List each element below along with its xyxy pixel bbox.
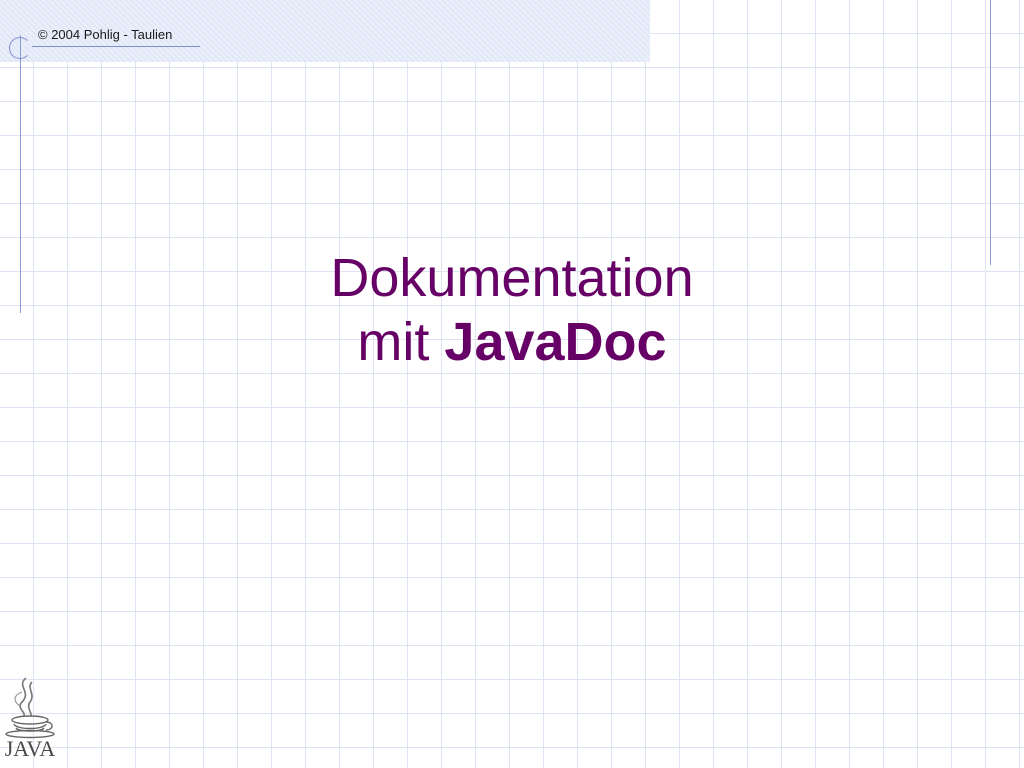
java-logo-text: JAVA bbox=[4, 736, 56, 761]
title-line-1: Dokumentation bbox=[330, 248, 694, 308]
copyright-text: © 2004 Pohlig - Taulien bbox=[38, 27, 173, 42]
left-vertical-line bbox=[20, 35, 21, 313]
header-underline bbox=[32, 46, 200, 47]
title-line-2-prefix: mit bbox=[357, 312, 445, 372]
title-line-2: mit JavaDoc bbox=[262, 310, 762, 374]
grid-background bbox=[0, 0, 1024, 768]
slide-title: Dokumentation mit JavaDoc bbox=[262, 246, 762, 374]
right-vertical-line bbox=[990, 0, 991, 265]
title-line-2-strong: JavaDoc bbox=[444, 312, 667, 372]
